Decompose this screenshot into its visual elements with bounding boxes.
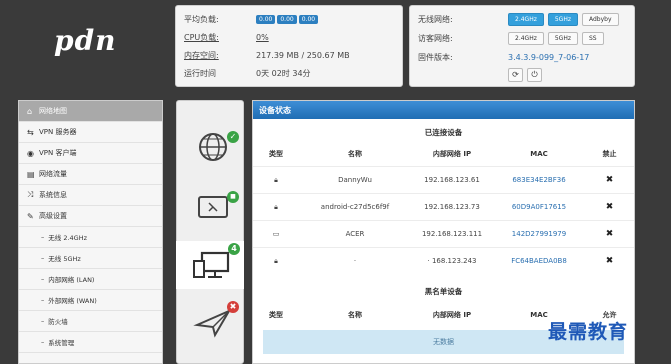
- device-mac[interactable]: 142D27991979: [493, 220, 585, 248]
- clients-count-badge: 4: [228, 243, 240, 255]
- guest-5ghz-button[interactable]: 5GHz: [547, 31, 578, 45]
- cpu-row: CPU负载: 0%: [184, 30, 396, 44]
- device-name: android-c27d5c6f9f: [299, 193, 411, 221]
- power-icon[interactable]: ⏻: [527, 68, 542, 82]
- guest-24ghz-button[interactable]: 2.4GHz: [508, 31, 544, 45]
- shuffle-icon: ⤨: [27, 190, 34, 199]
- block-button[interactable]: ✖: [585, 220, 634, 248]
- guest-label: 访客网络:: [418, 33, 453, 43]
- device-ip: · 168.123.243: [411, 247, 493, 274]
- home-icon: ⌂: [27, 106, 33, 116]
- load-row: 平均负载: 0.00 0.00 0.00: [184, 12, 396, 26]
- lock-icon: 🔒︎: [253, 193, 299, 221]
- refresh-icon[interactable]: ⟳: [508, 68, 523, 82]
- col-type: 类型: [269, 150, 283, 158]
- cpu-value: 0%: [256, 32, 269, 42]
- firmware-label: 固件版本:: [418, 52, 453, 62]
- lock-icon: 🔒︎: [253, 247, 299, 274]
- col-type: 类型: [269, 311, 283, 319]
- device-ip: 192.168.123.111: [411, 220, 493, 248]
- internet-lock-badge: ■: [227, 191, 239, 203]
- block-button[interactable]: ✖: [585, 193, 634, 221]
- connected-table: 类型 名称 内部网络 IP MAC 禁止 🔒︎ DannyWu 192.168.…: [253, 142, 634, 274]
- globe-icon: ◉: [27, 148, 34, 158]
- sidebar-item-advanced[interactable]: ✎ 高级设置: [19, 206, 162, 227]
- lock-icon: 🔒︎: [253, 166, 299, 194]
- device-mac[interactable]: 60D9A0F17615: [493, 193, 585, 221]
- tab-internet[interactable]: ■: [187, 183, 239, 231]
- block-button[interactable]: ✖: [585, 166, 634, 194]
- sidebar-subitem-firewall[interactable]: – 防火墙: [19, 311, 162, 332]
- device-name: ACER: [299, 220, 411, 248]
- wireless-24ghz-button[interactable]: 2.4GHz: [508, 12, 544, 26]
- col-name: 名称: [348, 150, 362, 158]
- firmware-row: 固件版本: 3.4.3.9-099_7-06-17: [418, 50, 628, 64]
- sidebar-subitem-wan[interactable]: – 外部网络 (WAN): [19, 290, 162, 311]
- ss-button[interactable]: SS: [582, 31, 604, 45]
- wireless-5ghz-button[interactable]: 5GHz: [547, 12, 578, 26]
- network-status-panel: 无线网络: 2.4GHz 5GHz Adbyby 访客网络: 2.4GHz 5G…: [409, 5, 635, 87]
- sidebar-item-traffic[interactable]: ▤ 网络流量: [19, 164, 162, 185]
- system-status-panel: 平均负载: 0.00 0.00 0.00 CPU负载: 0% 内存空间: 217…: [175, 5, 403, 87]
- table-row: 🔒︎ DannyWu 192.168.123.61 683E34E2BF36 ✖: [253, 166, 634, 194]
- monitor-icon: ▭: [253, 220, 299, 248]
- sidebar-item-vpn-client[interactable]: ◉ VPN 客户端: [19, 143, 162, 164]
- sidebar-item-vpn-server[interactable]: ⇆ VPN 服务器: [19, 122, 162, 143]
- sidebar-subitem-lan[interactable]: – 内部网络 (LAN): [19, 269, 162, 290]
- device-ip: 192.168.123.73: [411, 193, 493, 221]
- uptime-label: 运行时间: [184, 68, 216, 78]
- tab-router[interactable]: ✓: [187, 123, 239, 171]
- connected-heading: 已连接设备: [424, 128, 463, 137]
- firmware-version-link[interactable]: 3.4.3.9-099_7-06-17: [508, 53, 589, 62]
- blocked-badge: ✖: [227, 301, 239, 313]
- device-ip: 192.168.123.61: [411, 166, 493, 194]
- block-button[interactable]: ✖: [585, 247, 634, 274]
- table-row: 🔒︎ · · 168.123.243 FC64BAEDA0B8 ✖: [253, 247, 634, 274]
- load-label: 平均负载:: [184, 14, 219, 24]
- load-15min: 0.00: [298, 14, 319, 24]
- memory-row: 内存空间: 217.39 MB / 250.67 MB: [184, 48, 396, 62]
- device-name: DannyWu: [299, 166, 411, 194]
- wireless-row: 无线网络: 2.4GHz 5GHz Adbyby: [418, 12, 628, 26]
- col-mac: MAC: [530, 150, 548, 158]
- blacklist-heading: 黑名单设备: [424, 287, 463, 296]
- sidebar-item-network-map[interactable]: ⌂ 网络地图: [19, 101, 162, 122]
- wireless-label: 无线网络:: [418, 14, 453, 24]
- table-row: ▭ ACER 192.168.123.111 142D27991979 ✖: [253, 220, 634, 248]
- col-ip: 内部网络 IP: [432, 311, 472, 319]
- col-block: 禁止: [602, 150, 617, 158]
- panel-title: 设备状态: [253, 101, 634, 119]
- tab-clients[interactable]: 4: [176, 241, 244, 289]
- col-name: 名称: [348, 311, 362, 319]
- vpn-server-icon: ⇆: [27, 127, 34, 137]
- table-row: 🔒︎ android-c27d5c6f9f 192.168.123.73 60D…: [253, 193, 634, 221]
- chart-icon: ▤: [27, 169, 35, 179]
- sidebar-subitem-wireless-24[interactable]: – 无线 2.4GHz: [19, 227, 162, 248]
- action-row: ⟳ ⏻: [418, 68, 628, 82]
- tab-blocked[interactable]: ✖: [187, 297, 239, 345]
- uptime-value: 0天 02时 34分: [256, 68, 311, 78]
- sidebar-item-system-info[interactable]: ⤨ 系统信息: [19, 185, 162, 206]
- sidebar: ⌂ 网络地图 ⇆ VPN 服务器 ◉ VPN 客户端 ▤ 网络流量 ⤨ 系统信息 ✎ 高级设…: [18, 100, 163, 364]
- memory-link[interactable]: 内存空间:: [184, 50, 256, 61]
- router-ok-badge: ✓: [227, 131, 239, 143]
- device-mac[interactable]: 683E34E2BF36: [493, 166, 585, 194]
- device-name: ·: [299, 247, 411, 274]
- sidebar-subitem-admin[interactable]: – 系统管理: [19, 332, 162, 353]
- adbyby-button[interactable]: Adbyby: [582, 12, 619, 26]
- load-5min: 0.00: [277, 14, 297, 24]
- col-ip: 内部网络 IP: [432, 150, 472, 158]
- memory-value: 217.39 MB / 250.67 MB: [256, 50, 350, 60]
- guest-row: 访客网络: 2.4GHz 5GHz SS: [418, 31, 628, 45]
- watermark: 最需教育: [548, 321, 629, 343]
- uptime-row: 运行时间 0天 02时 34分: [184, 66, 396, 80]
- device-mac[interactable]: FC64BAEDA0B8: [493, 247, 585, 274]
- sidebar-subitem-wireless-5[interactable]: – 无线 5GHz: [19, 248, 162, 269]
- brand-logo: pdn: [54, 24, 117, 57]
- wrench-icon: ✎: [27, 211, 34, 221]
- load-1min: 0.00: [256, 14, 276, 24]
- device-tabs: ✓ ■ 4 ✖: [176, 100, 244, 364]
- cpu-link[interactable]: CPU负载:: [184, 32, 256, 43]
